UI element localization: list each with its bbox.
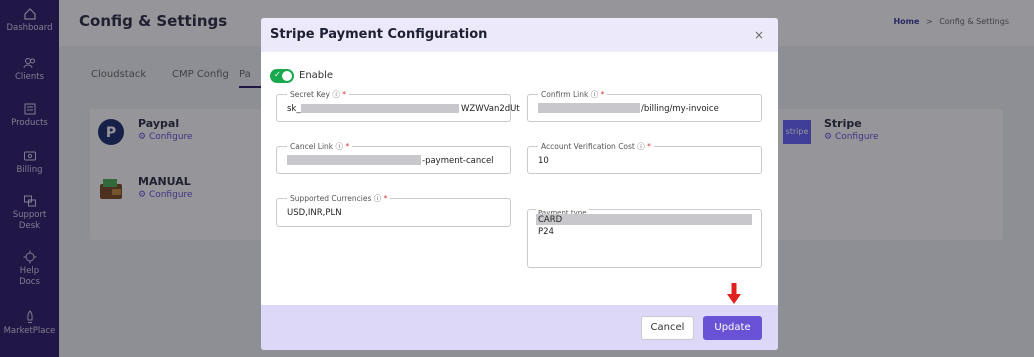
account-verification-cost-label: Account Verification Cost ⓘ * bbox=[538, 141, 654, 152]
check-icon: ✓ bbox=[274, 70, 281, 79]
required-marker: * bbox=[342, 90, 346, 99]
required-marker: * bbox=[600, 90, 605, 99]
modal-header: Stripe Payment Configuration × bbox=[261, 18, 778, 52]
enable-label: Enable bbox=[299, 70, 334, 81]
stripe-config-modal: Stripe Payment Configuration × ✓ Enable … bbox=[261, 18, 778, 350]
payment-type-select[interactable]: Payment type CARD P24 bbox=[527, 209, 762, 268]
info-icon: ⓘ bbox=[373, 194, 382, 203]
supported-currencies-field[interactable]: Supported Currencies ⓘ * USD,INR,PLN bbox=[276, 193, 511, 227]
enable-toggle[interactable]: ✓ bbox=[270, 69, 294, 83]
redacted-mask bbox=[538, 103, 640, 113]
modal-footer bbox=[261, 305, 778, 350]
info-icon: ⓘ bbox=[590, 90, 599, 99]
field-label-text: Account Verification Cost bbox=[541, 142, 635, 151]
update-button[interactable]: Update bbox=[703, 316, 762, 340]
confirm-link-field[interactable]: Confirm Link ⓘ * /billing/my-invoice bbox=[527, 89, 762, 122]
field-label-text: Supported Currencies bbox=[290, 194, 372, 203]
redacted-mask bbox=[536, 214, 752, 225]
field-label-text: Secret Key bbox=[290, 90, 330, 99]
field-label-text: Cancel Link bbox=[290, 142, 334, 151]
field-label-text: Confirm Link bbox=[541, 90, 589, 99]
redacted-mask bbox=[287, 155, 421, 165]
confirm-link-label: Confirm Link ⓘ * bbox=[538, 89, 608, 100]
redacted-mask bbox=[301, 104, 459, 113]
cancel-link-value: -payment-cancel bbox=[422, 156, 494, 166]
secret-key-label: Secret Key ⓘ * bbox=[287, 89, 349, 100]
account-verification-cost-value: 10 bbox=[538, 156, 549, 166]
payment-type-option-p24[interactable]: P24 bbox=[538, 227, 554, 237]
arrow-down-icon bbox=[727, 283, 741, 304]
supported-currencies-value: USD,INR,PLN bbox=[287, 208, 342, 218]
info-icon: ⓘ bbox=[335, 142, 344, 151]
required-marker: * bbox=[345, 142, 350, 151]
supported-currencies-label: Supported Currencies ⓘ * bbox=[287, 193, 391, 204]
info-icon: ⓘ bbox=[637, 142, 645, 151]
confirm-link-value: /billing/my-invoice bbox=[641, 104, 719, 114]
cancel-link-field[interactable]: Cancel Link ⓘ * -payment-cancel bbox=[276, 141, 511, 174]
modal-title: Stripe Payment Configuration bbox=[270, 27, 488, 42]
account-verification-cost-field[interactable]: Account Verification Cost ⓘ * 10 bbox=[527, 141, 762, 174]
info-icon: ⓘ bbox=[332, 90, 340, 99]
toggle-knob bbox=[282, 71, 292, 81]
secret-key-field[interactable]: Secret Key ⓘ * sk_ WZWVan2dUt bbox=[276, 89, 520, 122]
secret-key-start: sk_ bbox=[287, 104, 301, 114]
required-marker: * bbox=[647, 142, 651, 151]
required-marker: * bbox=[383, 194, 388, 203]
cancel-link-label: Cancel Link ⓘ * bbox=[287, 141, 353, 152]
payment-type-option-card[interactable]: CARD bbox=[538, 215, 562, 225]
secret-key-end: WZWVan2dUt bbox=[461, 104, 520, 114]
close-icon[interactable]: × bbox=[754, 28, 764, 42]
cancel-button[interactable]: Cancel bbox=[641, 316, 694, 340]
